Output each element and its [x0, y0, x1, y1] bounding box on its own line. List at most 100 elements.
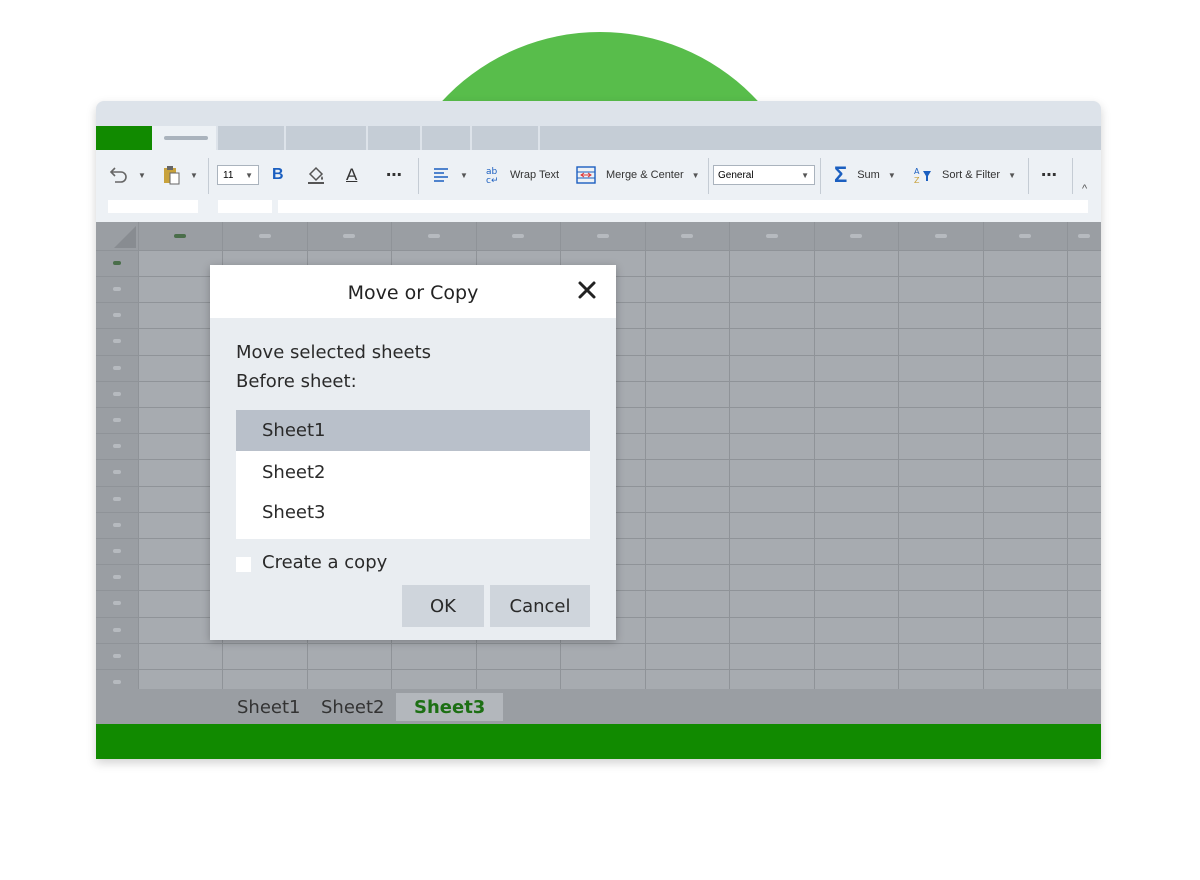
create-copy-label: Create a copy [262, 552, 388, 573]
row-header-marker[interactable] [113, 339, 121, 343]
chevron-down-icon: ▼ [1008, 170, 1016, 180]
row-header-marker[interactable] [113, 680, 121, 684]
list-item-sheet1[interactable]: Sheet1 [236, 410, 590, 451]
row-header-marker[interactable] [113, 628, 121, 632]
chevron-down-icon[interactable]: ▼ [190, 171, 198, 180]
column-header-marker[interactable] [597, 234, 609, 238]
merge-center-label: Merge & Center [606, 169, 684, 181]
merge-cells-icon [576, 166, 596, 184]
toolbar-separator [418, 158, 419, 194]
grid-column-line [983, 222, 984, 689]
number-format-select[interactable]: General ▼ [713, 165, 815, 185]
name-box[interactable] [108, 200, 198, 213]
toolbar-separator [1072, 158, 1073, 194]
autosum-button[interactable]: Σ Sum ▼ [834, 162, 896, 188]
toolbar-separator [1028, 158, 1029, 194]
sheet-tab-3[interactable]: Sheet3 [396, 693, 504, 721]
align-button[interactable]: ▼ [432, 162, 468, 188]
cancel-button[interactable]: Cancel [490, 585, 590, 627]
column-header-marker[interactable] [343, 234, 355, 238]
grid-column-line [138, 222, 139, 689]
paint-bucket-icon [308, 166, 324, 184]
column-header-marker[interactable] [512, 234, 524, 238]
ribbon-tab-strip [96, 126, 1101, 150]
column-header-marker[interactable] [1019, 234, 1031, 238]
ribbon-tab[interactable] [422, 126, 472, 150]
column-header-marker[interactable] [850, 234, 862, 238]
wrap-text-icon: abc↵ [486, 167, 499, 185]
column-header-marker[interactable] [1078, 234, 1090, 238]
list-item-sheet3[interactable]: Sheet3 [236, 492, 590, 533]
move-selected-sheets-label: Move selected sheets [236, 342, 432, 363]
list-item-sheet2[interactable]: Sheet2 [236, 452, 590, 493]
ribbon-tab[interactable] [472, 126, 540, 150]
move-or-copy-dialog: Move or Copy Move selected sheets Before… [210, 265, 616, 640]
toolbar-separator [208, 158, 209, 194]
function-box[interactable] [218, 200, 272, 213]
undo-icon [109, 167, 127, 183]
row-header-marker[interactable] [113, 366, 121, 370]
font-size-select[interactable]: 11 ▼ [217, 165, 259, 185]
paste-button[interactable]: ▼ [162, 162, 198, 188]
row-header-marker[interactable] [113, 444, 121, 448]
grid-row-line [96, 643, 1101, 644]
wrap-text-button[interactable]: ab c↵ Wrap Text [484, 162, 559, 188]
more-font-options-button[interactable]: ⋯ [386, 162, 402, 188]
ribbon-tab[interactable] [368, 126, 422, 150]
column-header-marker[interactable] [174, 234, 186, 238]
row-header-marker[interactable] [113, 601, 121, 605]
bold-button[interactable]: B [272, 162, 284, 188]
svg-text:A: A [914, 167, 920, 176]
formula-bar[interactable] [278, 200, 1088, 213]
more-options-button[interactable]: ⋯ [1041, 162, 1057, 188]
select-all-corner[interactable] [96, 222, 138, 250]
chevron-down-icon[interactable]: ▼ [460, 171, 468, 180]
sheet-tab-1[interactable]: Sheet1 [237, 693, 301, 721]
status-bar [96, 724, 1101, 759]
row-header-marker[interactable] [113, 654, 121, 658]
sheet-tab-bar: Sheet1 Sheet2 Sheet3 [96, 689, 1101, 724]
ribbon-tab[interactable] [286, 126, 368, 150]
sheet-tab-2[interactable]: Sheet2 [321, 693, 385, 721]
chevron-down-icon: ▼ [887, 170, 896, 180]
close-icon [578, 281, 596, 299]
column-header-marker[interactable] [935, 234, 947, 238]
ribbon-toolbar: ▼ ▼ 11 ▼ B A ⋯ ▼ ab c↵ Wrap Text Merge & … [96, 150, 1101, 222]
row-header-marker[interactable] [113, 287, 121, 291]
row-header-marker[interactable] [113, 575, 121, 579]
column-header-marker[interactable] [766, 234, 778, 238]
dialog-title: Move or Copy [347, 282, 479, 304]
create-copy-checkbox[interactable] [236, 557, 251, 572]
number-format-value: General [718, 169, 754, 181]
ribbon-tab[interactable] [218, 126, 286, 150]
column-header-marker[interactable] [428, 234, 440, 238]
collapse-ribbon-button[interactable]: ^ [1082, 176, 1087, 202]
ok-button[interactable]: OK [402, 585, 484, 627]
merge-center-button[interactable]: Merge & Center ▼ [576, 162, 700, 188]
grid-column-line [1067, 222, 1068, 689]
row-header-marker[interactable] [113, 261, 121, 265]
undo-button[interactable]: ▼ [108, 162, 146, 188]
column-header-marker[interactable] [681, 234, 693, 238]
chevron-down-icon[interactable]: ▼ [138, 171, 146, 180]
row-header-marker[interactable] [113, 523, 121, 527]
grid-column-line [898, 222, 899, 689]
column-header-marker[interactable] [259, 234, 271, 238]
dialog-header: Move or Copy [210, 265, 616, 318]
sheet-listbox[interactable]: Sheet1 Sheet2 Sheet3 [236, 410, 590, 539]
row-header-marker[interactable] [113, 497, 121, 501]
row-header-marker[interactable] [113, 313, 121, 317]
ribbon-tab-active[interactable] [152, 126, 218, 150]
sort-filter-button[interactable]: AZ Sort & Filter ▼ [914, 162, 1016, 188]
wrap-text-label: Wrap Text [510, 169, 560, 181]
row-header-marker[interactable] [113, 470, 121, 474]
row-header-marker[interactable] [113, 549, 121, 553]
row-header-marker[interactable] [113, 418, 121, 422]
app-tab[interactable] [96, 126, 154, 150]
close-button[interactable] [574, 277, 600, 303]
sigma-icon: Σ [834, 162, 848, 187]
row-header-marker[interactable] [113, 392, 121, 396]
font-color-button[interactable]: A [346, 162, 357, 188]
chevron-down-icon: ▼ [691, 170, 700, 180]
fill-color-button[interactable] [306, 162, 326, 188]
